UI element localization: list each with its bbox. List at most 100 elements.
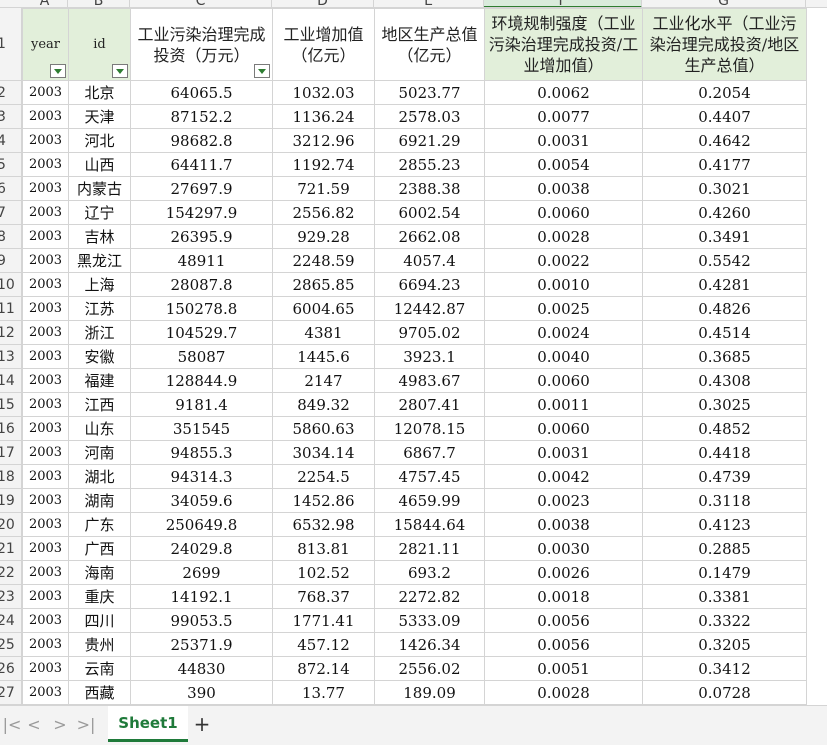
cell-gdp[interactable]: 12442.87 xyxy=(374,296,485,321)
cell-year[interactable]: 2003 xyxy=(22,536,69,561)
cell-year[interactable]: 2003 xyxy=(22,152,69,177)
header-cell-industrialization[interactable]: 工业化水平（工业污染治理完成投资/地区生产总值） xyxy=(642,8,807,81)
row-header[interactable]: 21 xyxy=(0,537,21,561)
cell-id[interactable]: 安徽 xyxy=(68,344,131,369)
column-header-d[interactable]: D xyxy=(272,0,374,7)
cell-year[interactable]: 2003 xyxy=(22,296,69,321)
cell-invest[interactable]: 58087 xyxy=(130,344,273,369)
header-cell-invest[interactable]: 工业污染治理完成投资（万元） xyxy=(130,8,273,81)
cell-industry[interactable]: 872.14 xyxy=(272,656,375,681)
cell-gdp[interactable]: 12078.15 xyxy=(374,416,485,441)
cell-industrialization[interactable]: 0.4418 xyxy=(642,440,807,465)
cell-year[interactable]: 2003 xyxy=(22,488,69,513)
cell-industry[interactable]: 2254.5 xyxy=(272,464,375,489)
row-header[interactable]: 4 xyxy=(0,129,21,153)
header-cell-id[interactable]: id xyxy=(68,8,131,81)
cell-industry[interactable]: 768.37 xyxy=(272,584,375,609)
add-sheet-icon[interactable]: + xyxy=(192,712,212,736)
cell-id[interactable]: 辽宁 xyxy=(68,200,131,225)
cell-regulation[interactable]: 0.0060 xyxy=(484,416,643,441)
cell-regulation[interactable]: 0.0042 xyxy=(484,464,643,489)
header-cell-regulation[interactable]: 环境规制强度（工业污染治理完成投资/工业增加值） xyxy=(484,8,643,81)
cell-gdp[interactable]: 693.2 xyxy=(374,560,485,585)
cell-year[interactable]: 2003 xyxy=(22,104,69,129)
cell-invest[interactable]: 14192.1 xyxy=(130,584,273,609)
cell-year[interactable]: 2003 xyxy=(22,608,69,633)
cell-regulation[interactable]: 0.0077 xyxy=(484,104,643,129)
cell-industry[interactable]: 3034.14 xyxy=(272,440,375,465)
cell-gdp[interactable]: 15844.64 xyxy=(374,512,485,537)
row-header[interactable]: 17 xyxy=(0,441,21,465)
column-header-e[interactable]: E xyxy=(374,0,484,7)
cell-industry[interactable]: 2248.59 xyxy=(272,248,375,273)
cell-regulation[interactable]: 0.0024 xyxy=(484,320,643,345)
cell-industrialization[interactable]: 0.4739 xyxy=(642,464,807,489)
cell-regulation[interactable]: 0.0062 xyxy=(484,80,643,105)
cell-invest[interactable]: 390 xyxy=(130,680,273,705)
cell-industry[interactable]: 1771.41 xyxy=(272,608,375,633)
cell-id[interactable]: 重庆 xyxy=(68,584,131,609)
row-header[interactable]: 3 xyxy=(0,105,21,129)
cell-gdp[interactable]: 4983.67 xyxy=(374,368,485,393)
cell-industrialization[interactable]: 0.3412 xyxy=(642,656,807,681)
cell-regulation[interactable]: 0.0010 xyxy=(484,272,643,297)
cell-id[interactable]: 江苏 xyxy=(68,296,131,321)
row-header[interactable]: 9 xyxy=(0,249,21,273)
cell-invest[interactable]: 351545 xyxy=(130,416,273,441)
cell-id[interactable]: 广东 xyxy=(68,512,131,537)
cell-regulation[interactable]: 0.0022 xyxy=(484,248,643,273)
cell-year[interactable]: 2003 xyxy=(22,464,69,489)
cell-regulation[interactable]: 0.0051 xyxy=(484,656,643,681)
row-header[interactable]: 24 xyxy=(0,609,21,633)
cell-industrialization[interactable]: 0.4826 xyxy=(642,296,807,321)
cell-year[interactable]: 2003 xyxy=(22,128,69,153)
cell-industrialization[interactable]: 0.4123 xyxy=(642,512,807,537)
cell-year[interactable]: 2003 xyxy=(22,440,69,465)
cell-year[interactable]: 2003 xyxy=(22,200,69,225)
header-cell-gdp[interactable]: 地区生产总值（亿元） xyxy=(374,8,485,81)
cell-id[interactable]: 吉林 xyxy=(68,224,131,249)
header-cell-year[interactable]: year xyxy=(22,8,69,81)
cell-invest[interactable]: 27697.9 xyxy=(130,176,273,201)
cell-regulation[interactable]: 0.0038 xyxy=(484,512,643,537)
cell-industrialization[interactable]: 0.4852 xyxy=(642,416,807,441)
cell-id[interactable]: 江西 xyxy=(68,392,131,417)
cell-id[interactable]: 河南 xyxy=(68,440,131,465)
cell-industry[interactable]: 4381 xyxy=(272,320,375,345)
cell-invest[interactable]: 150278.8 xyxy=(130,296,273,321)
row-header[interactable]: 11 xyxy=(0,297,21,321)
cell-regulation[interactable]: 0.0028 xyxy=(484,680,643,705)
first-sheet-icon[interactable]: |< xyxy=(2,714,22,734)
row-header[interactable]: 15 xyxy=(0,393,21,417)
row-header[interactable]: 26 xyxy=(0,657,21,681)
cell-gdp[interactable]: 2662.08 xyxy=(374,224,485,249)
cell-industrialization[interactable]: 0.4281 xyxy=(642,272,807,297)
cell-id[interactable]: 山东 xyxy=(68,416,131,441)
cell-year[interactable]: 2003 xyxy=(22,512,69,537)
cell-year[interactable]: 2003 xyxy=(22,632,69,657)
cell-invest[interactable]: 98682.8 xyxy=(130,128,273,153)
cell-id[interactable]: 天津 xyxy=(68,104,131,129)
cell-id[interactable]: 湖南 xyxy=(68,488,131,513)
cell-invest[interactable]: 25371.9 xyxy=(130,632,273,657)
cell-gdp[interactable]: 4659.99 xyxy=(374,488,485,513)
cell-regulation[interactable]: 0.0031 xyxy=(484,440,643,465)
cell-industry[interactable]: 721.59 xyxy=(272,176,375,201)
cell-industry[interactable]: 1192.74 xyxy=(272,152,375,177)
cell-gdp[interactable]: 2855.23 xyxy=(374,152,485,177)
cell-regulation[interactable]: 0.0026 xyxy=(484,560,643,585)
row-header[interactable]: 22 xyxy=(0,561,21,585)
cell-gdp[interactable]: 2821.11 xyxy=(374,536,485,561)
cell-gdp[interactable]: 4757.45 xyxy=(374,464,485,489)
cell-industrialization[interactable]: 0.4514 xyxy=(642,320,807,345)
cell-invest[interactable]: 99053.5 xyxy=(130,608,273,633)
cell-industry[interactable]: 5860.63 xyxy=(272,416,375,441)
cell-regulation[interactable]: 0.0056 xyxy=(484,608,643,633)
cell-year[interactable]: 2003 xyxy=(22,80,69,105)
cell-gdp[interactable]: 1426.34 xyxy=(374,632,485,657)
column-header-b[interactable]: B xyxy=(68,0,130,7)
cell-id[interactable]: 黑龙江 xyxy=(68,248,131,273)
cell-industrialization[interactable]: 0.3491 xyxy=(642,224,807,249)
cell-id[interactable]: 河北 xyxy=(68,128,131,153)
cell-id[interactable]: 湖北 xyxy=(68,464,131,489)
